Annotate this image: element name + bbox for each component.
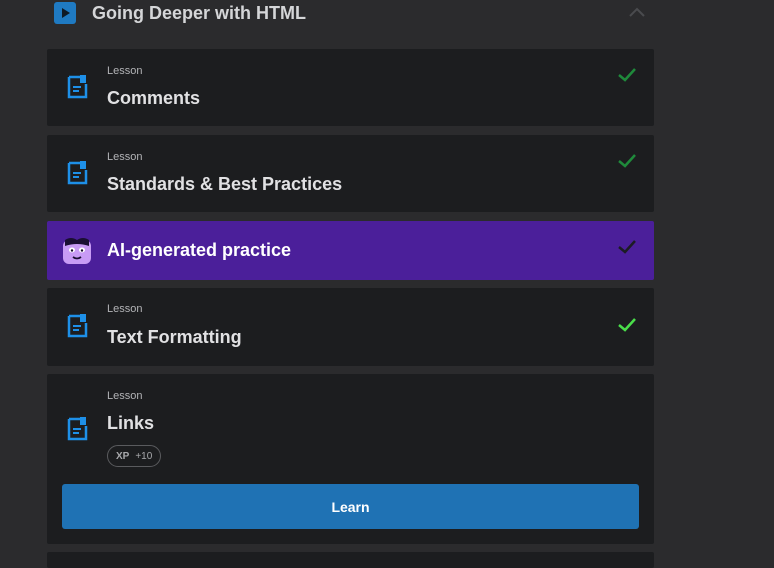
document-icon	[67, 161, 88, 185]
lesson-kicker: Lesson	[107, 65, 143, 77]
lesson-card-next[interactable]	[47, 552, 654, 568]
check-icon	[618, 68, 636, 82]
check-icon	[618, 240, 636, 254]
check-icon	[618, 318, 636, 332]
xp-label: XP	[116, 450, 130, 462]
xp-value: +10	[135, 450, 153, 462]
learn-button[interactable]: Learn	[62, 484, 639, 529]
practice-title: AI-generated practice	[107, 240, 292, 260]
ai-practice-card[interactable]: AI-generated practice	[47, 221, 654, 280]
lesson-title: Standards & Best Practices	[107, 174, 343, 194]
lesson-card-comments[interactable]: Lesson Comments	[47, 49, 654, 126]
document-icon	[67, 314, 88, 338]
xp-badge: XP +10	[107, 445, 162, 467]
check-icon	[618, 154, 636, 168]
lesson-kicker: Lesson	[107, 390, 143, 402]
chevron-up-icon[interactable]	[627, 5, 647, 19]
lesson-card-standards[interactable]: Lesson Standards & Best Practices	[47, 135, 654, 212]
play-icon	[54, 2, 76, 24]
section-header[interactable]: Going Deeper with HTML	[47, 0, 654, 28]
lesson-kicker: Lesson	[107, 303, 143, 315]
lesson-kicker: Lesson	[107, 151, 143, 163]
document-icon	[67, 417, 88, 441]
course-module-page: Going Deeper with HTML Lesson Comments L…	[0, 0, 774, 568]
section-title: Going Deeper with HTML	[92, 3, 306, 23]
lesson-title: Comments	[107, 88, 201, 108]
lesson-title: Text Formatting	[107, 327, 242, 347]
lesson-card-links[interactable]: Lesson Links XP +10 Learn	[47, 374, 654, 544]
lesson-title: Links	[107, 413, 155, 433]
ai-avatar-icon	[63, 238, 91, 264]
lesson-card-text-formatting[interactable]: Lesson Text Formatting	[47, 288, 654, 366]
document-icon	[67, 75, 88, 99]
